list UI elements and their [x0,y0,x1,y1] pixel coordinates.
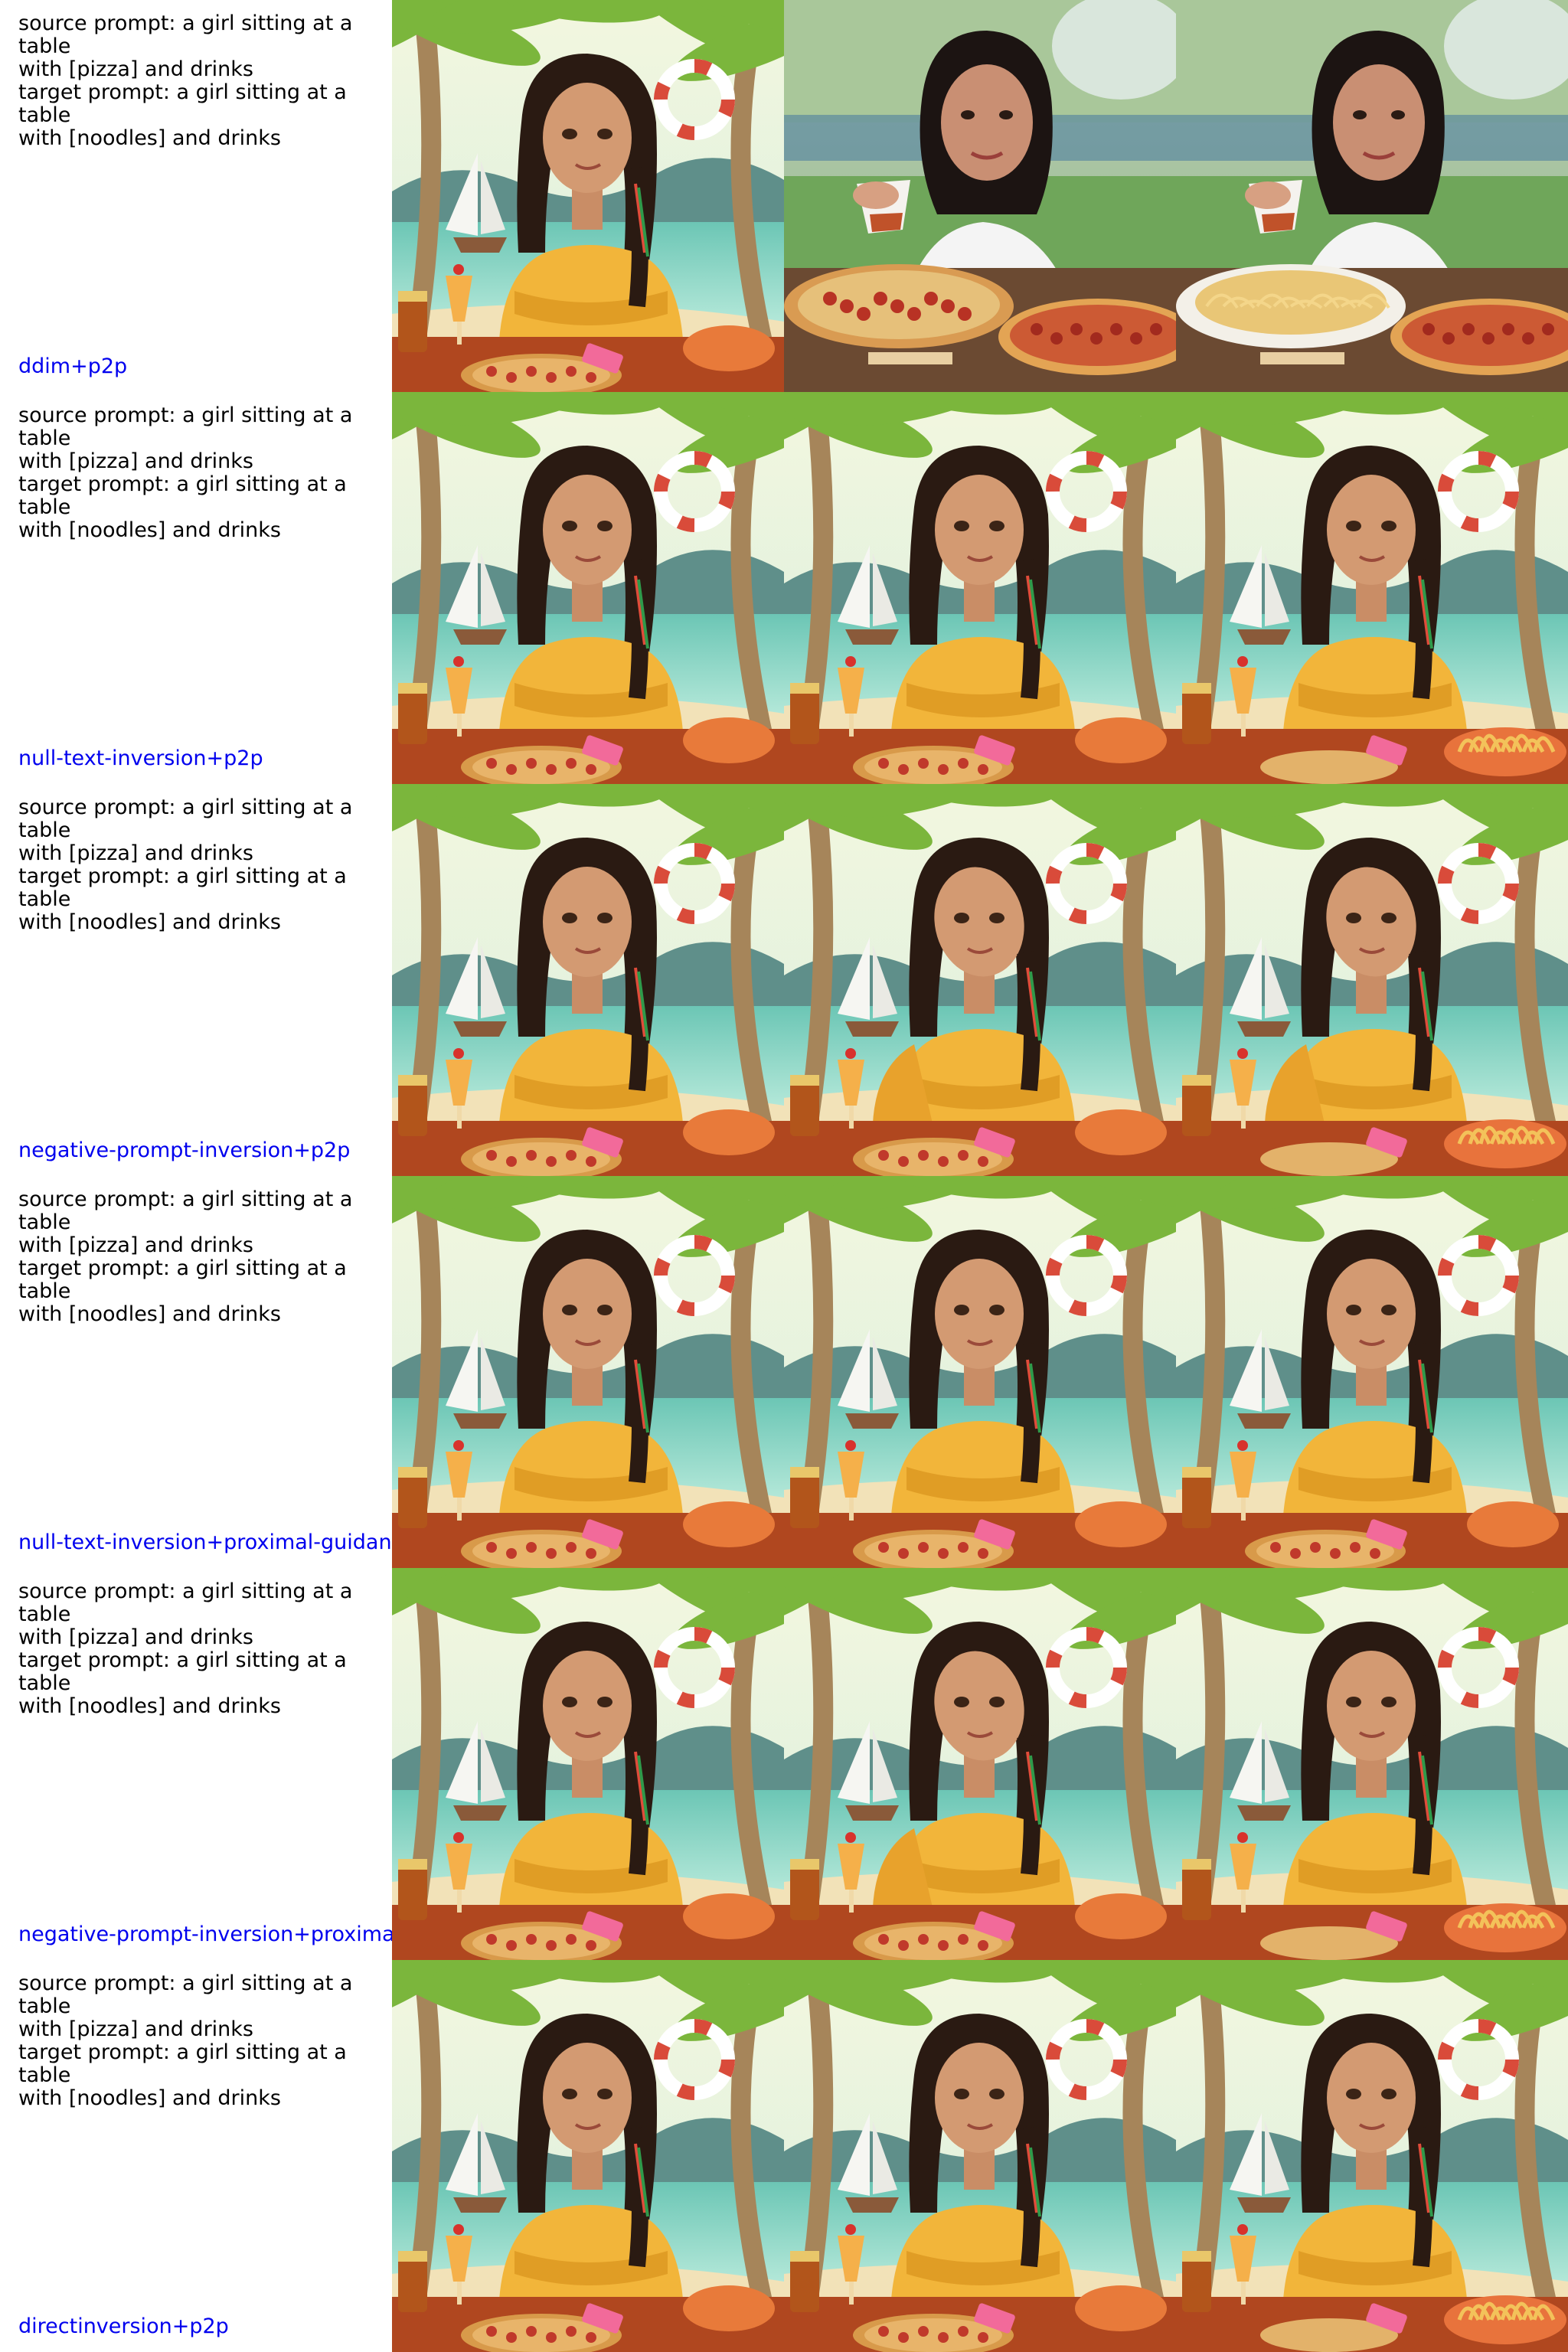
target-prompt-continuation: with [noodles] and drinks [18,518,281,542]
method-label: null-text-inversion+proximal-guidance [18,1531,392,1554]
reconstructed-image [784,1960,1176,2352]
source-prompt-line: source prompt: a girl sitting at a table [18,795,353,842]
method-label: negative-prompt-inversion+proximal-guida… [18,1923,392,1946]
edited-image [1176,0,1568,392]
source-prompt-continuation: with [pizza] and drinks [18,57,253,81]
target-prompt-line: target prompt: a girl sitting at a table [18,80,347,127]
source-prompt-continuation: with [pizza] and drinks [18,449,253,473]
target-prompt-line: target prompt: a girl sitting at a table [18,472,347,519]
reconstructed-image [784,0,1176,392]
target-prompt-line: target prompt: a girl sitting at a table [18,1256,347,1303]
source-prompt-line: source prompt: a girl sitting at a table [18,11,353,58]
source-image [392,784,784,1176]
source-image [392,1960,784,2352]
comparison-row: source prompt: a girl sitting at a table… [0,1960,1568,2352]
prompt-text: source prompt: a girl sitting at a table… [18,1580,390,1718]
comparison-row: source prompt: a girl sitting at a table… [0,392,1568,784]
comparison-grid: source prompt: a girl sitting at a table… [0,0,1568,2352]
prompt-text: source prompt: a girl sitting at a table… [18,1972,390,2110]
reconstructed-image [784,784,1176,1176]
edited-image [1176,784,1568,1176]
row-label-panel: source prompt: a girl sitting at a table… [0,784,392,1176]
target-prompt-line: target prompt: a girl sitting at a table [18,1648,347,1695]
row-label-panel: source prompt: a girl sitting at a table… [0,1960,392,2352]
comparison-row: source prompt: a girl sitting at a table… [0,1176,1568,1568]
target-prompt-line: target prompt: a girl sitting at a table [18,2040,347,2087]
prompt-text: source prompt: a girl sitting at a table… [18,12,390,150]
method-label: null-text-inversion+p2p [18,747,263,770]
method-label: negative-prompt-inversion+p2p [18,1139,351,1162]
source-prompt-line: source prompt: a girl sitting at a table [18,1187,353,1234]
prompt-text: source prompt: a girl sitting at a table… [18,1188,390,1326]
source-prompt-continuation: with [pizza] and drinks [18,1233,253,1257]
comparison-row: source prompt: a girl sitting at a table… [0,1568,1568,1960]
source-prompt-line: source prompt: a girl sitting at a table [18,1579,353,1626]
edited-image [1176,1176,1568,1568]
target-prompt-continuation: with [noodles] and drinks [18,2086,281,2110]
source-prompt-line: source prompt: a girl sitting at a table [18,403,353,450]
target-prompt-continuation: with [noodles] and drinks [18,910,281,934]
edited-image [1176,392,1568,784]
prompt-text: source prompt: a girl sitting at a table… [18,796,390,934]
source-image [392,392,784,784]
reconstructed-image [784,392,1176,784]
row-label-panel: source prompt: a girl sitting at a table… [0,1568,392,1960]
reconstructed-image [784,1568,1176,1960]
target-prompt-continuation: with [noodles] and drinks [18,1694,281,1718]
source-image [392,0,784,392]
edited-image [1176,1960,1568,2352]
row-label-panel: source prompt: a girl sitting at a table… [0,392,392,784]
source-prompt-continuation: with [pizza] and drinks [18,1625,253,1649]
row-label-panel: source prompt: a girl sitting at a table… [0,0,392,392]
comparison-row: source prompt: a girl sitting at a table… [0,784,1568,1176]
target-prompt-line: target prompt: a girl sitting at a table [18,864,347,911]
target-prompt-continuation: with [noodles] and drinks [18,126,281,150]
source-prompt-line: source prompt: a girl sitting at a table [18,1971,353,2018]
source-prompt-continuation: with [pizza] and drinks [18,841,253,865]
row-label-panel: source prompt: a girl sitting at a table… [0,1176,392,1568]
target-prompt-continuation: with [noodles] and drinks [18,1302,281,1326]
source-prompt-continuation: with [pizza] and drinks [18,2017,253,2041]
reconstructed-image [784,1176,1176,1568]
source-image [392,1176,784,1568]
method-label: directinversion+p2p [18,2315,229,2338]
edited-image [1176,1568,1568,1960]
comparison-row: source prompt: a girl sitting at a table… [0,0,1568,392]
source-image [392,1568,784,1960]
method-label: ddim+p2p [18,355,128,378]
prompt-text: source prompt: a girl sitting at a table… [18,404,390,542]
